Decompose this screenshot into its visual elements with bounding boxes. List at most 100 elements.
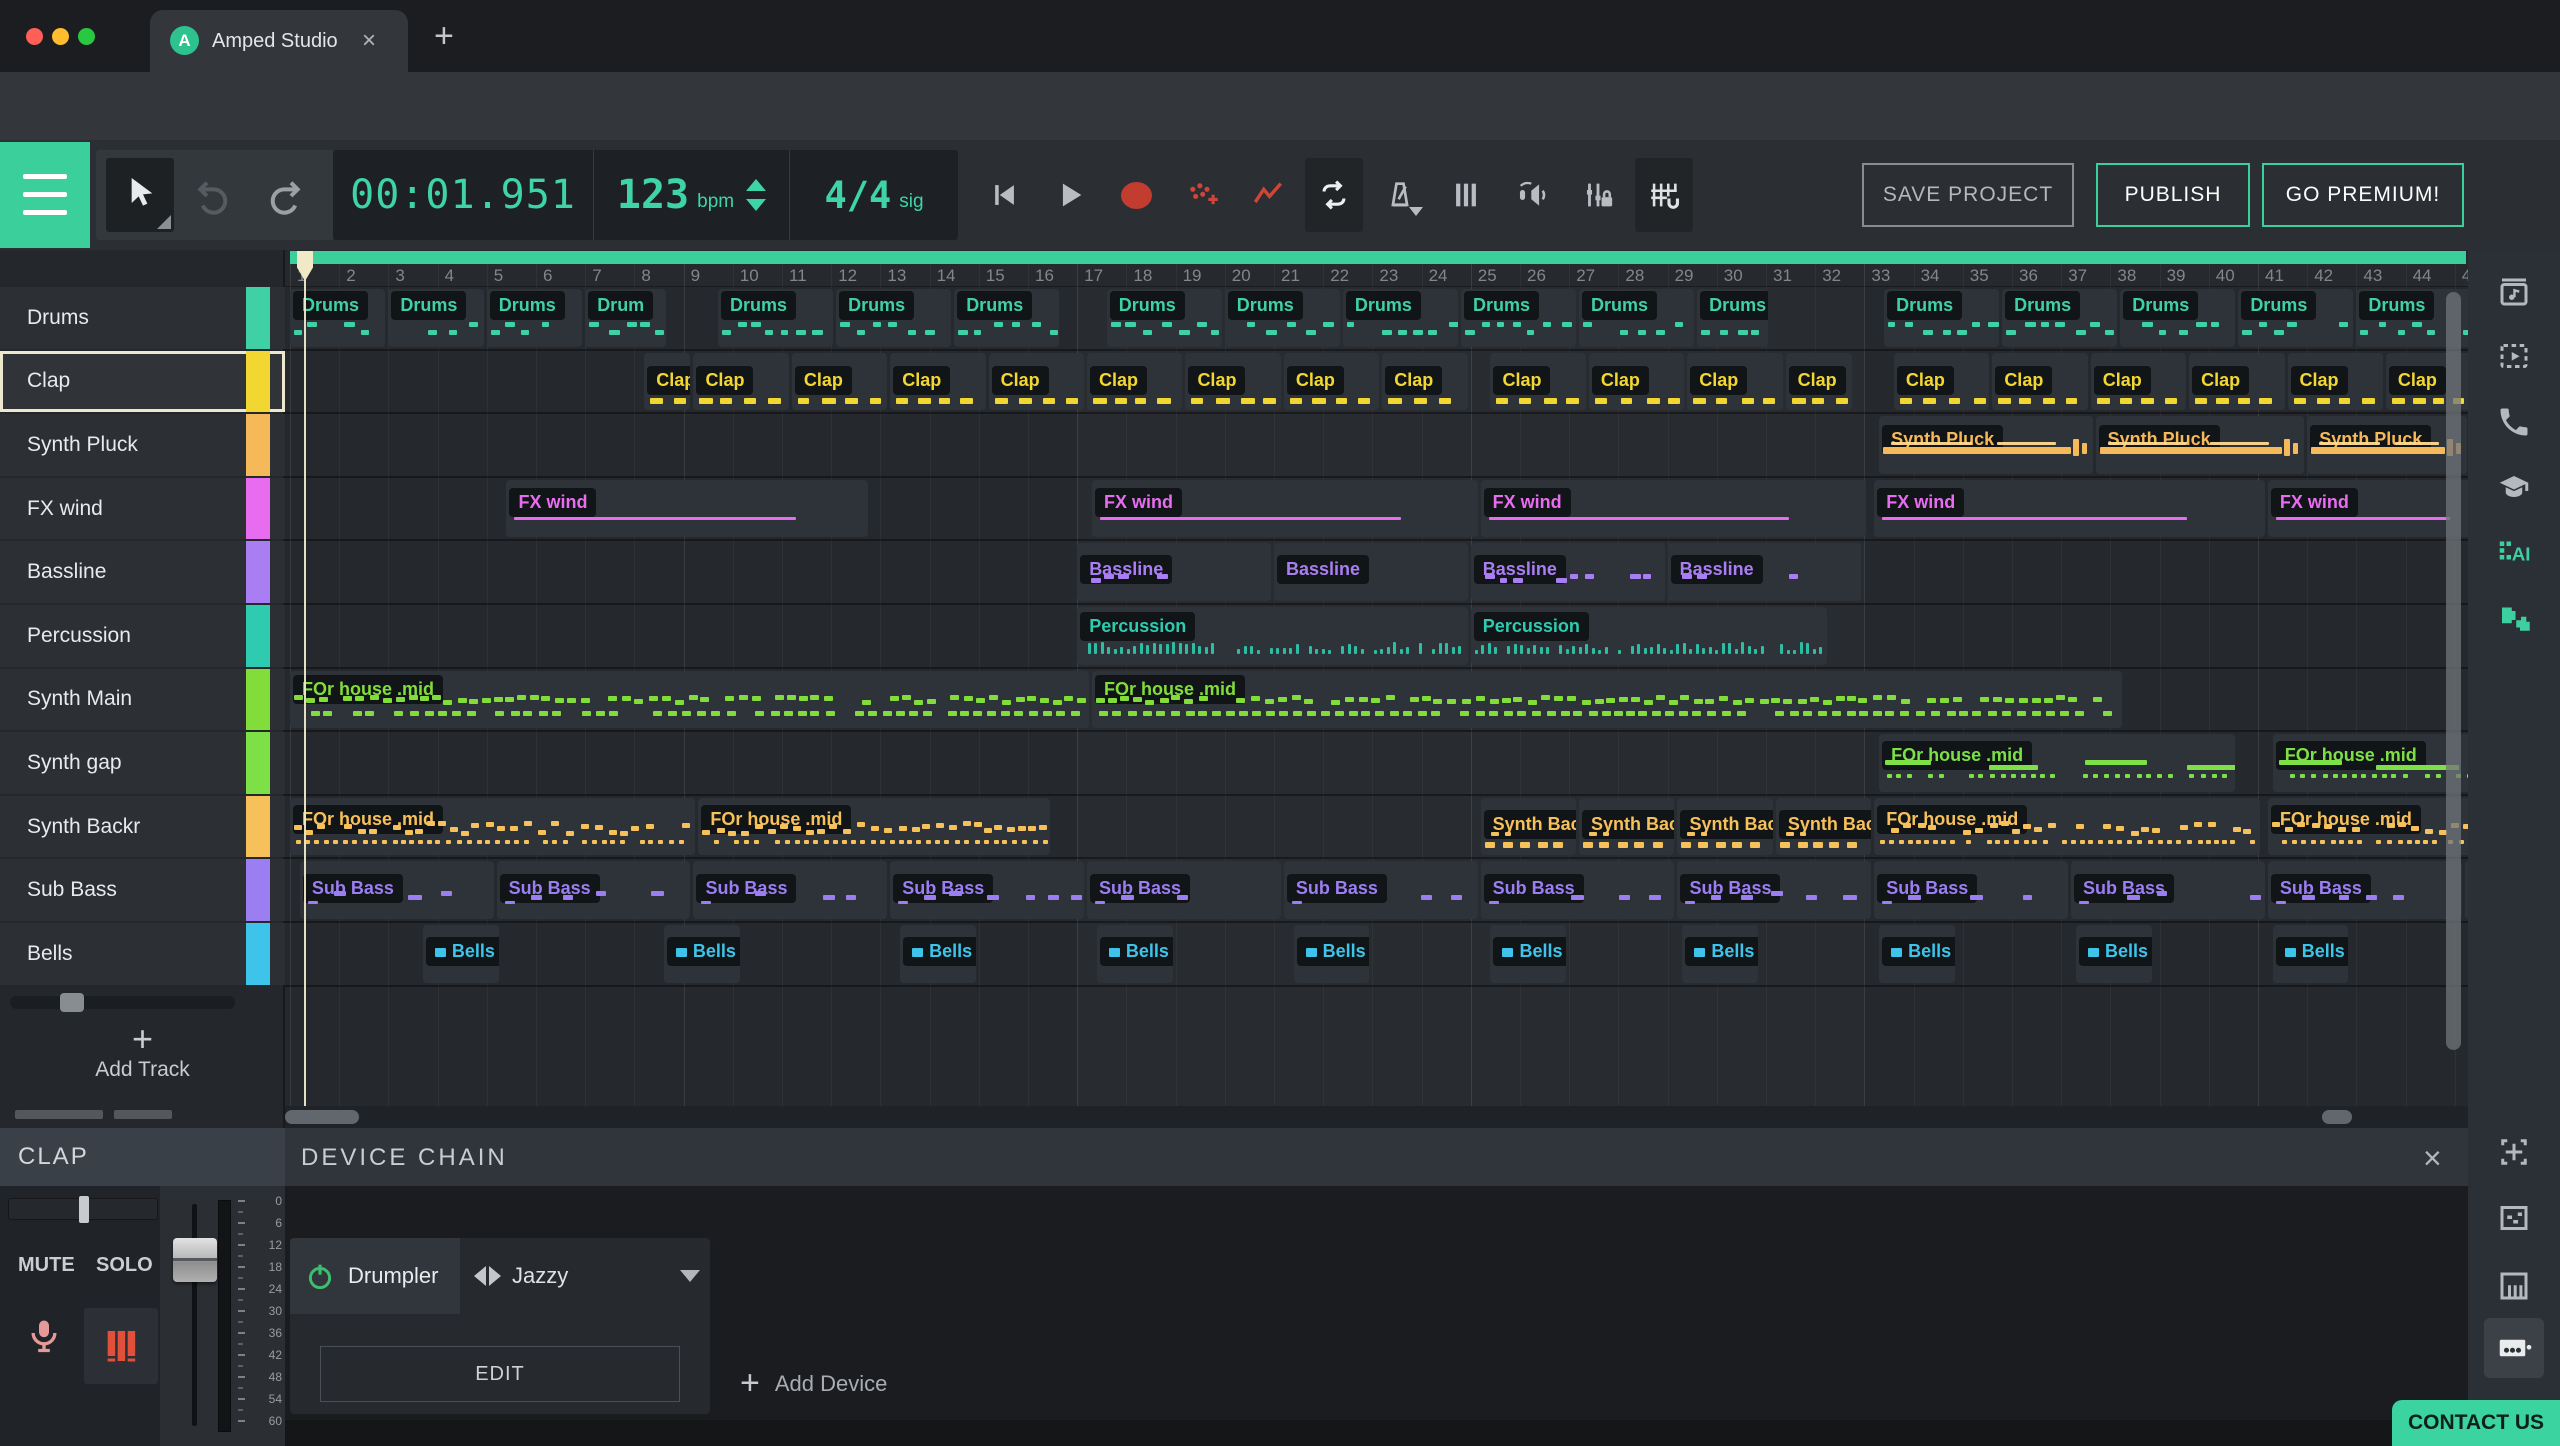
- clip-bells[interactable]: Bells: [1879, 925, 1955, 983]
- publish-button[interactable]: PUBLISH: [2096, 163, 2250, 227]
- clip-synth-main[interactable]: FOr house .mid: [290, 671, 1089, 729]
- talkback-icon[interactable]: [1503, 158, 1561, 232]
- track-row-percussion[interactable]: Percussion: [0, 605, 285, 667]
- preset-prev-next-icons[interactable]: [474, 1266, 501, 1286]
- instrument-keys-icon[interactable]: [84, 1308, 158, 1384]
- clip-drums[interactable]: Drums: [2238, 289, 2353, 347]
- volume-fader-handle[interactable]: [173, 1238, 217, 1282]
- pan-slider[interactable]: [8, 1198, 158, 1220]
- mic-input-icon[interactable]: [24, 1316, 68, 1364]
- clip-bassline[interactable]: Bassline: [1274, 543, 1468, 601]
- clip-fx-wind[interactable]: FX wind: [2268, 480, 2468, 538]
- time-signature[interactable]: 4/4 sig: [790, 150, 958, 240]
- clip-clap[interactable]: Clap: [890, 353, 985, 411]
- tab-close-icon[interactable]: ×: [362, 27, 376, 55]
- edit-device-button[interactable]: EDIT: [320, 1346, 680, 1402]
- slider-handle[interactable]: [60, 993, 84, 1012]
- clip-synth-pluck[interactable]: Synth Pluck: [1879, 416, 2092, 474]
- redo-icon[interactable]: [262, 172, 310, 220]
- virtual-keyboard-icon[interactable]: [1437, 158, 1495, 232]
- clip-drums[interactable]: Drums: [1461, 289, 1576, 347]
- add-track-button[interactable]: Add Track: [0, 1058, 285, 1082]
- clip-sub-bass[interactable]: Sub Bass: [300, 861, 494, 919]
- clip-synth-backr[interactable]: FOr house .mid: [698, 798, 1049, 856]
- clip-synth-gap[interactable]: FOr house .mid: [2273, 734, 2468, 792]
- clip-bells[interactable]: Bells: [1682, 925, 1758, 983]
- clip-drums[interactable]: Drums: [2120, 289, 2235, 347]
- clip-clap[interactable]: Clap: [644, 353, 690, 411]
- clip-clap[interactable]: Clap: [1490, 353, 1585, 411]
- clip-editor-icon[interactable]: [2484, 1188, 2544, 1248]
- mute-button[interactable]: MUTE: [18, 1254, 75, 1277]
- clip-fx-wind[interactable]: FX wind: [1092, 480, 1478, 538]
- clip-percussion[interactable]: Percussion: [1077, 607, 1468, 665]
- clip-fx-wind[interactable]: FX wind: [1481, 480, 1867, 538]
- clip-synth-main[interactable]: FOr house .mid: [1092, 671, 2122, 729]
- phone-support-icon[interactable]: [2484, 392, 2544, 452]
- piano-roll-icon[interactable]: [2484, 1256, 2544, 1316]
- clip-synth-backr[interactable]: Synth Backr: [1677, 798, 1772, 856]
- clip-fx-wind[interactable]: FX wind: [506, 480, 867, 538]
- clip-synth-pluck[interactable]: Synth Pluck: [2307, 416, 2466, 474]
- fit-view-icon[interactable]: [2484, 1122, 2544, 1182]
- arrangement-area[interactable]: 1234567891011121314151617181920212223242…: [285, 250, 2468, 1128]
- mixer-lock-icon[interactable]: [1569, 158, 1627, 232]
- clip-clap[interactable]: Clap: [1284, 353, 1379, 411]
- close-window-button[interactable]: [26, 28, 43, 45]
- track-row-synth-backr[interactable]: Synth Backr: [0, 796, 285, 858]
- track-row-fx-wind[interactable]: FX wind: [0, 478, 285, 540]
- learning-icon[interactable]: [2484, 458, 2544, 518]
- clip-clap[interactable]: Clap: [693, 353, 788, 411]
- clip-sub-bass[interactable]: Sub Bass: [2268, 861, 2462, 919]
- clip-sub-bass[interactable]: Sub Bass: [693, 861, 887, 919]
- clip-drums[interactable]: Drums: [718, 289, 833, 347]
- loop-icon[interactable]: [1305, 158, 1363, 232]
- close-icon[interactable]: ×: [2423, 1140, 2442, 1177]
- clip-drums[interactable]: Drums: [954, 289, 1059, 347]
- clip-bells[interactable]: Bells: [664, 925, 740, 983]
- minimize-window-button[interactable]: [52, 28, 69, 45]
- clip-bells[interactable]: Bells: [1294, 925, 1370, 983]
- clip-synth-pluck[interactable]: Synth Pluck: [2096, 416, 2305, 474]
- clip-bells[interactable]: Bells: [900, 925, 976, 983]
- track-zoom-slider[interactable]: [10, 996, 235, 1009]
- plugins-icon[interactable]: [2484, 588, 2544, 648]
- clip-drums[interactable]: Drums: [388, 289, 483, 347]
- record-icon[interactable]: [1107, 158, 1165, 232]
- save-project-button[interactable]: SAVE PROJECT: [1862, 163, 2074, 227]
- add-device-button[interactable]: + Add Device: [740, 1364, 887, 1403]
- ai-tools-icon[interactable]: AI: [2484, 522, 2544, 582]
- browser-tab[interactable]: A Amped Studio ×: [150, 10, 408, 72]
- clip-sub-bass[interactable]: Sub Bass: [497, 861, 691, 919]
- clip-fx-wind[interactable]: FX wind: [1874, 480, 2265, 538]
- play-icon[interactable]: [1041, 158, 1099, 232]
- clip-drums[interactable]: Drums: [1107, 289, 1222, 347]
- undo-icon[interactable]: [188, 172, 236, 220]
- contact-us-button[interactable]: CONTACT US: [2392, 1400, 2560, 1446]
- hscroll-thumb-right[interactable]: [2322, 1110, 2352, 1124]
- clip-sub-bass[interactable]: Sub Bass: [1874, 861, 2068, 919]
- clip-drums[interactable]: Drums: [1225, 289, 1340, 347]
- time-display[interactable]: 00:01.951: [333, 150, 594, 240]
- clip-clap[interactable]: Clap: [1992, 353, 2087, 411]
- loops-library-icon[interactable]: [2484, 262, 2544, 322]
- hscroll-thumb[interactable]: [285, 1110, 359, 1124]
- clip-synth-backr[interactable]: Synth Backr: [1579, 798, 1674, 856]
- snap-grid-icon[interactable]: [1635, 158, 1693, 232]
- clip-clap[interactable]: Clap: [1687, 353, 1782, 411]
- clip-synth-backr[interactable]: FOr house .mid: [290, 798, 695, 856]
- clip-drums[interactable]: Drums: [1579, 289, 1694, 347]
- clip-clap[interactable]: Clap: [1894, 353, 1989, 411]
- clip-clap[interactable]: Clap: [1087, 353, 1182, 411]
- clip-clap[interactable]: Clap: [2189, 353, 2284, 411]
- go-premium-button[interactable]: GO PREMIUM!: [2262, 163, 2464, 227]
- vertical-scrollbar[interactable]: [2446, 292, 2461, 1050]
- clip-drums[interactable]: Drum: [585, 289, 666, 347]
- select-tool-button[interactable]: [106, 158, 174, 232]
- skip-to-start-icon[interactable]: [975, 158, 1033, 232]
- clip-bassline[interactable]: Bassline: [1668, 543, 1862, 601]
- preset-name[interactable]: Jazzy: [512, 1263, 568, 1289]
- track-row-bassline[interactable]: Bassline: [0, 541, 285, 603]
- clip-sub-bass[interactable]: Sub Bass: [2071, 861, 2265, 919]
- clip-clap[interactable]: Clap: [1589, 353, 1684, 411]
